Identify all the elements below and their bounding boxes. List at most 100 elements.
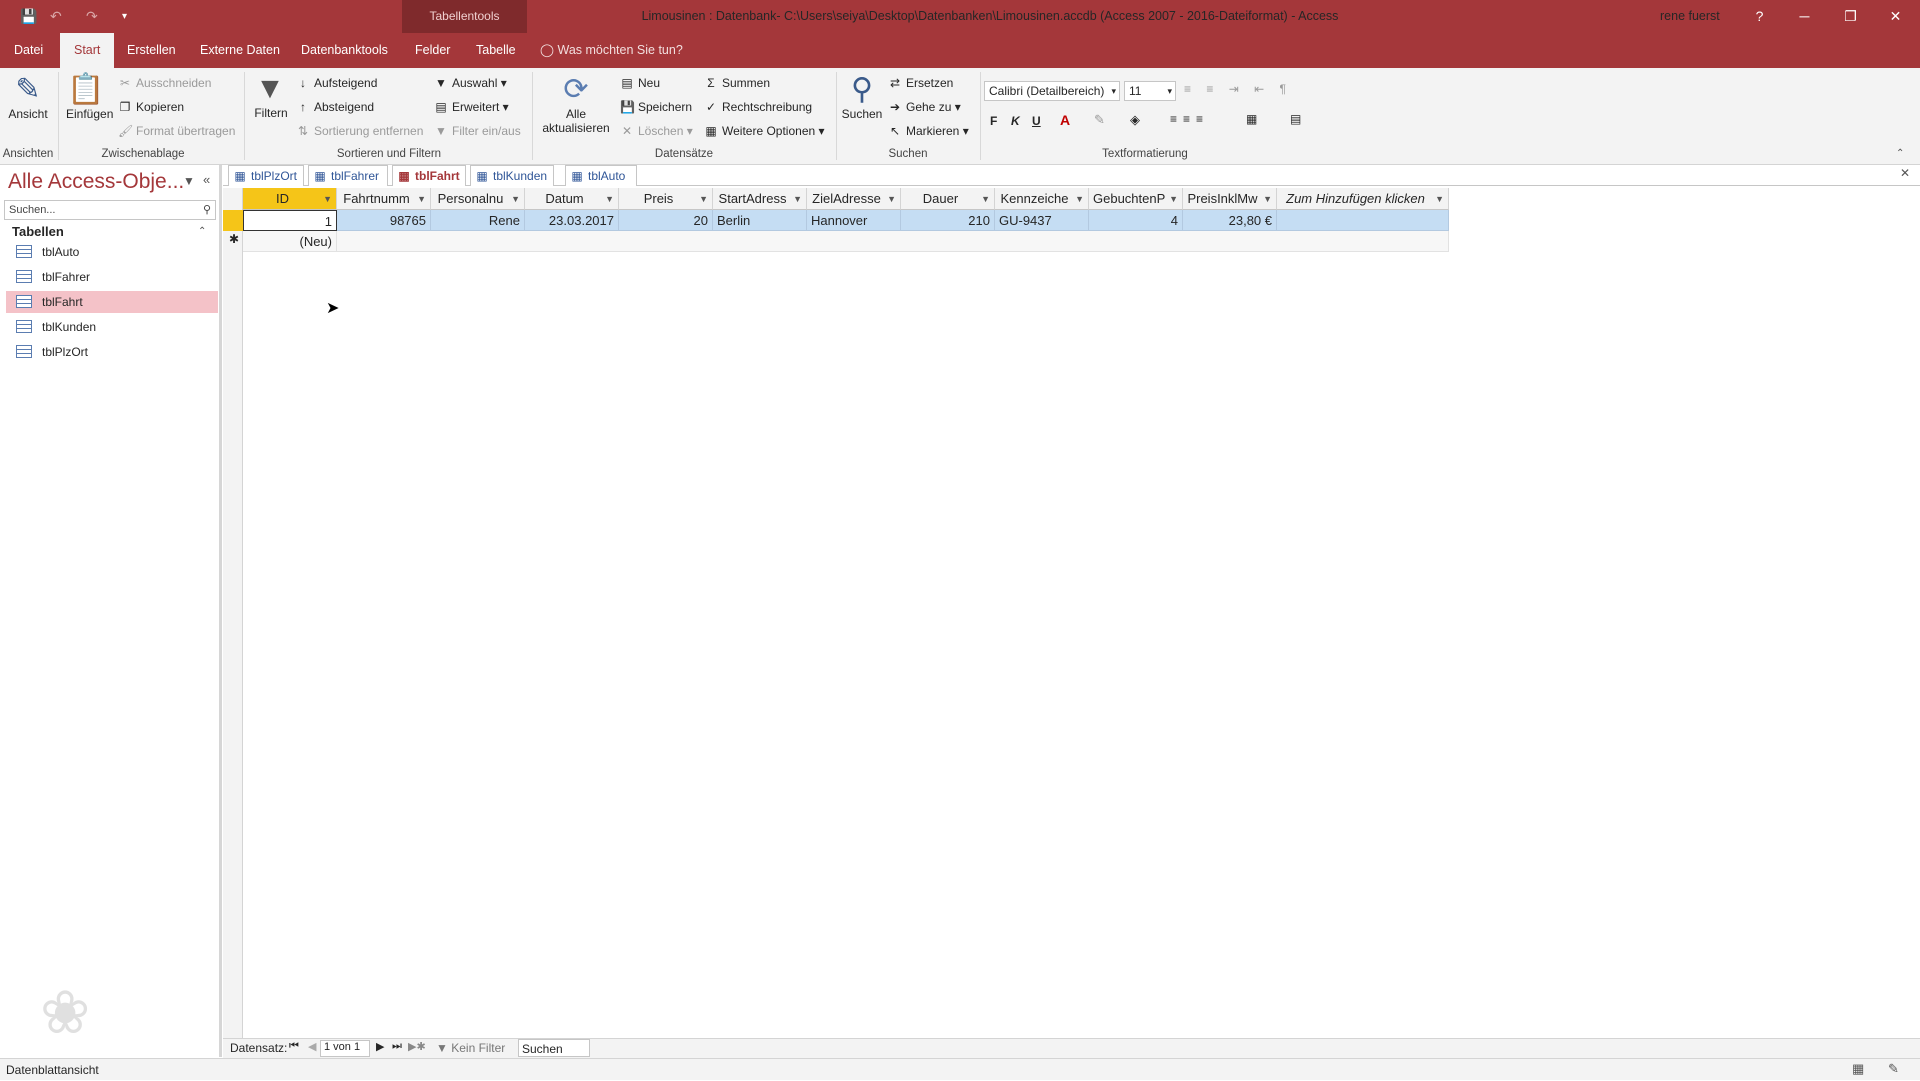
search-icon[interactable]: ⚲ [203,203,211,216]
font-family-select[interactable]: Calibri (Detailbereich) ▾ [984,81,1120,101]
tab-erstellen[interactable]: Erstellen [113,33,190,68]
spelling-button[interactable]: ✓ Rechtschreibung [704,100,812,114]
nav-section-tables[interactable]: Tabellen [12,224,64,239]
tab-tblfahrt[interactable]: ▦ tblFahrt [392,165,466,186]
prev-record-icon[interactable]: ◀ [308,1040,316,1053]
view-button[interactable]: ✎ Ansicht [8,72,48,121]
cell-dauer[interactable]: 210 [901,210,995,231]
save-icon[interactable]: 💾 [20,8,37,25]
tab-felder[interactable]: Felder [401,33,464,68]
alternate-row-icon[interactable]: ▤ [1290,112,1301,126]
column-header-fahrtnummer[interactable]: Fahrtnumm ▼ [337,188,431,210]
italic-button[interactable]: K [1011,114,1020,128]
cell-gebuchte-personen[interactable]: 4 [1089,210,1183,231]
tell-me-box[interactable]: ◯ Was möchten Sie tun? [540,33,683,68]
nav-item-tblkunden[interactable]: tblKunden [6,316,218,338]
select-button[interactable]: ↖ Markieren ▾ [888,124,969,138]
tab-tblkunden[interactable]: ▦ tblKunden [470,165,554,186]
goto-button[interactable]: ➔ Gehe zu ▾ [888,100,961,114]
collapse-ribbon-icon[interactable]: ⌃ [1896,148,1904,159]
cell-personalnummer[interactable]: Rene [431,210,525,231]
copy-button[interactable]: ❐ Kopieren [118,100,184,114]
tab-tabelle[interactable]: Tabelle [462,33,530,68]
font-color-icon[interactable]: A [1060,112,1070,128]
datasheet-view-icon[interactable]: ▦ [1852,1061,1864,1077]
bold-button[interactable]: F [990,114,997,128]
first-record-icon[interactable]: ⏮ [289,1040,299,1053]
column-header-kennzeichen[interactable]: Kennzeiche ▼ [995,188,1089,210]
close-document-icon[interactable]: ✕ [1900,166,1910,180]
cell-id[interactable]: 1 [243,210,337,231]
tab-tblplzort[interactable]: ▦ tblPlzOrt [228,165,304,186]
column-header-startadresse[interactable]: StartAdress ▼ [713,188,807,210]
cell-zieladresse[interactable]: Hannover [807,210,901,231]
save-record-button[interactable]: 💾 Speichern [620,100,692,114]
tab-tblfahrer[interactable]: ▦ tblFahrer [308,165,388,186]
undo-icon[interactable]: ↶ [50,8,62,25]
close-button[interactable]: ✕ [1873,0,1918,33]
nav-item-tblfahrer[interactable]: tblFahrer [6,266,218,288]
find-button[interactable]: ⚲ Suchen [840,72,884,121]
paste-button[interactable]: 📋 Einfügen [66,72,113,121]
more-options-button[interactable]: ▦ Weitere Optionen ▾ [704,124,824,138]
nav-search-input[interactable]: Suchen... ⚲ [4,200,216,220]
toggle-filter-button[interactable]: ▼ Filter ein/aus [434,124,521,138]
list-buttons[interactable]: ≡ ≡ ⇥ ⇤ ¶ [1184,82,1292,96]
section-collapse-icon[interactable]: ⌃ [198,226,206,237]
record-search-input[interactable]: Suchen [518,1039,590,1057]
filter-button[interactable]: ▼ Filtern [250,72,292,120]
totals-button[interactable]: Σ Summen [704,76,770,90]
nav-item-tblauto[interactable]: tblAuto [6,241,218,263]
column-header-preis-inkl-mwst[interactable]: PreisInklMw ▼ [1183,188,1277,210]
font-size-select[interactable]: 11 ▾ [1124,81,1176,101]
new-record-nav-icon[interactable]: ▶✱ [408,1040,426,1053]
cut-button[interactable]: ✂ Ausschneiden [118,76,211,90]
tab-datei[interactable]: Datei [0,33,57,68]
sort-descending-button[interactable]: ↑ Absteigend [296,100,374,114]
cell-add-field[interactable] [1277,210,1449,231]
cell-datum[interactable]: 23.03.2017 [525,210,619,231]
cell-fahrtnummer[interactable]: 98765 [337,210,431,231]
customize-qat-icon[interactable]: ▾ [122,11,127,22]
sort-ascending-button[interactable]: ↓ Aufsteigend [296,76,377,90]
restore-button[interactable]: ❐ [1828,0,1873,33]
remove-sort-button[interactable]: ⇅ Sortierung entfernen [296,124,423,138]
cell-kennzeichen[interactable]: GU-9437 [995,210,1089,231]
cell-preis[interactable]: 20 [619,210,713,231]
column-header-preis[interactable]: Preis ▼ [619,188,713,210]
column-header-datum[interactable]: Datum ▼ [525,188,619,210]
delete-record-button[interactable]: ✕ Löschen ▾ [620,124,693,138]
cell-startadresse[interactable]: Berlin [713,210,807,231]
new-row-cells[interactable] [337,231,1449,252]
column-header-gebuchte-personen[interactable]: GebuchtenP ▼ [1089,188,1183,210]
user-name[interactable]: rene fuerst [1660,0,1720,33]
align-buttons[interactable]: ≡≡≡ [1170,112,1209,126]
tab-datenbanktools[interactable]: Datenbanktools [287,33,402,68]
filter-status[interactable]: ▼ Kein Filter [436,1041,505,1055]
format-painter-button[interactable]: 🖌 Format übertragen [118,124,235,138]
nav-pane-title[interactable]: Alle Access-Obje... [8,170,184,194]
collapse-pane-icon[interactable]: « [203,172,210,187]
tab-externe-daten[interactable]: Externe Daten [186,33,294,68]
column-header-dauer[interactable]: Dauer ▼ [901,188,995,210]
gridlines-icon[interactable]: ▦ [1246,112,1257,126]
nav-menu-chevron-icon[interactable]: ▼ [183,174,195,188]
advanced-filter-button[interactable]: ▤ Erweitert ▾ [434,100,508,114]
design-view-icon[interactable]: ✎ [1888,1061,1899,1077]
column-header-add-field[interactable]: Zum Hinzufügen klicken ▼ [1277,188,1449,210]
column-header-zieladresse[interactable]: ZielAdresse ▼ [807,188,901,210]
new-record-button[interactable]: ▤ Neu [620,76,660,90]
cell-preis-inkl-mwst[interactable]: 23,80 € [1183,210,1277,231]
nav-item-tblplzort[interactable]: tblPlzOrt [6,341,218,363]
highlight-icon[interactable]: ✎ [1094,112,1105,128]
record-position-input[interactable]: 1 von 1 [320,1040,370,1057]
selection-filter-button[interactable]: ▼ Auswahl ▾ [434,76,507,90]
tab-tblauto[interactable]: ▦ tblAuto [565,165,637,186]
last-record-icon[interactable]: ⏭ [392,1040,402,1053]
new-row-id-cell[interactable]: (Neu) [243,231,337,252]
minimize-button[interactable]: ─ [1782,0,1827,33]
column-header-personalnummer[interactable]: Personalnu ▼ [431,188,525,210]
current-record-selector[interactable] [223,210,243,231]
nav-item-tblfahrt[interactable]: tblFahrt [6,291,218,313]
help-button[interactable]: ? [1737,0,1782,33]
